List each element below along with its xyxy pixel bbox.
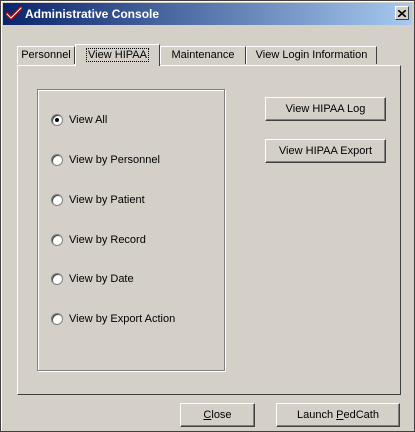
radio-label: View by Date: [69, 273, 134, 285]
radio-view-all[interactable]: View All: [51, 112, 107, 128]
radio-view-by-export-action[interactable]: View by Export Action: [51, 311, 175, 327]
tab-personnel[interactable]: Personnel: [17, 46, 75, 64]
view-options-group: View All View by Personnel View by Patie…: [37, 89, 225, 371]
radio-view-by-record[interactable]: View by Record: [51, 232, 146, 248]
tab-view-login-information-label: View Login Information: [255, 49, 368, 61]
title-bar[interactable]: Administrative Console: [3, 3, 412, 25]
launch-button-prefix: Launch: [297, 409, 337, 421]
radio-button[interactable]: [51, 273, 63, 285]
administrative-console-window: Administrative Console Personnel View HI…: [0, 0, 415, 432]
radio-view-by-personnel[interactable]: View by Personnel: [51, 152, 160, 168]
launch-button-label: edCath: [343, 409, 379, 421]
window-title: Administrative Console: [25, 7, 160, 21]
close-button-label: lose: [211, 409, 232, 421]
radio-label: View All: [69, 114, 108, 126]
tab-personnel-label: Personnel: [21, 49, 71, 61]
checkmark-app-icon: [5, 6, 23, 22]
close-button[interactable]: Close: [180, 403, 255, 427]
tab-view-hipaa[interactable]: View HIPAA: [75, 44, 160, 66]
view-hipaa-panel: View All View by Personnel View by Patie…: [17, 65, 401, 395]
tab-maintenance[interactable]: Maintenance: [160, 46, 246, 64]
radio-button[interactable]: [51, 313, 63, 325]
close-icon: [398, 9, 406, 17]
launch-button-mnemonic: P: [336, 409, 344, 421]
radio-label: View by Patient: [69, 194, 145, 206]
radio-button[interactable]: [51, 234, 63, 246]
radio-button[interactable]: [51, 154, 63, 166]
tab-view-hipaa-label: View HIPAA: [86, 48, 149, 62]
radio-view-by-patient[interactable]: View by Patient: [51, 192, 145, 208]
close-window-button[interactable]: [395, 6, 409, 20]
radio-button[interactable]: [51, 194, 63, 206]
tab-maintenance-label: Maintenance: [171, 49, 235, 61]
radio-button-checked[interactable]: [51, 114, 63, 126]
radio-view-by-date[interactable]: View by Date: [51, 271, 134, 287]
radio-label: View by Export Action: [69, 313, 176, 325]
launch-pedcath-button[interactable]: Launch PedCath: [276, 403, 400, 427]
view-hipaa-export-button[interactable]: View HIPAA Export: [265, 139, 386, 163]
radio-label: View by Personnel: [69, 154, 160, 166]
radio-label: View by Record: [69, 234, 146, 246]
tab-view-login-information[interactable]: View Login Information: [246, 46, 377, 64]
view-hipaa-log-button[interactable]: View HIPAA Log: [265, 97, 386, 121]
